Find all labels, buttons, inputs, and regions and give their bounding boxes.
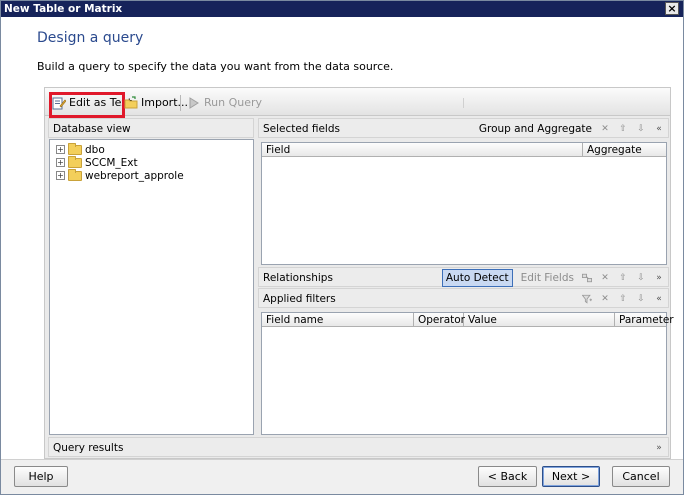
database-view-tree[interactable]: + dbo + SCCM_Ext + webreport_approle [49, 139, 254, 435]
selected-fields-header: Selected fields Group and Aggregate ✕ ⇧ … [258, 118, 669, 138]
wizard-footer: Help < Back Next > Cancel [1, 459, 683, 494]
expand-icon[interactable]: » [654, 443, 664, 453]
query-results-title: Query results [53, 442, 124, 454]
relationships-header: Relationships Auto Detect Edit Fields ✕ … [258, 267, 669, 287]
tree-item-label: SCCM_Ext [85, 156, 138, 169]
expand-icon[interactable]: + [56, 158, 65, 167]
expand-icon[interactable]: » [654, 273, 664, 283]
selected-fields-tools: Group and Aggregate ✕ ⇧ ⇩ « [479, 119, 664, 139]
column-header-aggregate[interactable]: Aggregate [583, 143, 666, 157]
move-up-icon[interactable]: ⇧ [618, 294, 628, 304]
close-button[interactable]: × [665, 2, 679, 15]
title-bar: New Table or Matrix × [1, 1, 683, 17]
column-header-operator[interactable]: Operator [414, 313, 465, 327]
dialog-window: New Table or Matrix × Design a query Bui… [0, 0, 684, 495]
relationships-tools: Auto Detect Edit Fields ✕ ⇧ ⇩ » [441, 268, 664, 288]
tree-item-dbo[interactable]: + dbo [56, 142, 105, 156]
expand-icon[interactable]: + [56, 171, 65, 180]
edit-as-text-label: Edit as Text [69, 96, 133, 109]
column-header-field-name[interactable]: Field name [262, 313, 414, 327]
query-designer: Edit as Text Import... Run Query Databas… [44, 87, 674, 459]
edit-text-icon [52, 97, 66, 110]
move-down-icon[interactable]: ⇩ [636, 273, 646, 283]
selected-fields-grid[interactable]: Field Aggregate [261, 142, 667, 265]
page-heading: Design a query [37, 30, 144, 46]
tree-item-sccm-ext[interactable]: + SCCM_Ext [56, 155, 138, 169]
folder-icon [68, 142, 82, 155]
collapse-icon[interactable]: « [654, 124, 664, 134]
applied-filters-tools: ✕ ⇧ ⇩ « [582, 289, 664, 309]
add-relationship-icon[interactable] [582, 273, 592, 283]
folder-icon [68, 168, 82, 181]
move-up-icon[interactable]: ⇧ [618, 124, 628, 134]
column-header-field[interactable]: Field [262, 143, 583, 157]
column-header-parameter[interactable]: Parameter [615, 313, 674, 327]
tree-item-label: dbo [85, 143, 105, 156]
toolbar-separator [463, 98, 464, 108]
selected-fields-title: Selected fields [263, 123, 340, 135]
query-toolbar: Edit as Text Import... Run Query [45, 88, 670, 118]
move-down-icon[interactable]: ⇩ [636, 294, 646, 304]
move-down-icon[interactable]: ⇩ [636, 124, 646, 134]
delete-icon[interactable]: ✕ [600, 124, 610, 134]
import-folder-icon [124, 96, 138, 109]
window-title: New Table or Matrix [4, 3, 123, 15]
relationships-title: Relationships [263, 272, 333, 284]
move-up-icon[interactable]: ⇧ [618, 273, 628, 283]
database-view-header: Database view [48, 118, 254, 138]
edit-fields-button[interactable]: Edit Fields [521, 268, 574, 288]
group-and-aggregate-button[interactable]: Group and Aggregate [479, 119, 592, 139]
page-instructions: Build a query to specify the data you wa… [37, 60, 394, 73]
applied-filters-header: Applied filters ✕ ⇧ ⇩ « [258, 288, 669, 308]
import-button[interactable]: Import... [124, 93, 188, 113]
applied-filters-grid-header: Field name Operator Value Parameter [262, 313, 674, 327]
back-button[interactable]: < Back [478, 466, 537, 487]
close-icon: × [667, 2, 677, 15]
delete-icon[interactable]: ✕ [600, 273, 610, 283]
wizard-content: Design a query Build a query to specify … [1, 17, 683, 459]
applied-filters-title: Applied filters [263, 293, 336, 305]
query-results-tools: » [654, 438, 664, 458]
column-header-value[interactable]: Value [464, 313, 615, 327]
run-query-icon [189, 97, 199, 109]
tree-item-label: webreport_approle [85, 169, 184, 182]
database-view-title: Database view [53, 123, 131, 135]
run-query-label: Run Query [204, 96, 263, 109]
auto-detect-button[interactable]: Auto Detect [441, 269, 513, 287]
query-results-header: Query results » [48, 437, 669, 457]
delete-icon[interactable]: ✕ [600, 294, 610, 304]
applied-filters-grid[interactable]: Field name Operator Value Parameter [261, 312, 674, 435]
toolbar-separator [180, 95, 181, 111]
add-filter-icon[interactable] [582, 294, 592, 304]
folder-icon [68, 155, 82, 168]
cancel-button[interactable]: Cancel [612, 466, 670, 487]
edit-as-text-button[interactable]: Edit as Text [49, 92, 132, 118]
collapse-icon[interactable]: « [654, 294, 664, 304]
expand-icon[interactable]: + [56, 145, 65, 154]
help-button[interactable]: Help [14, 466, 68, 487]
selected-fields-grid-header: Field Aggregate [262, 143, 666, 157]
next-button[interactable]: Next > [542, 466, 600, 487]
tree-item-webreport-approle[interactable]: + webreport_approle [56, 168, 184, 182]
run-query-button[interactable]: Run Query [187, 93, 262, 113]
